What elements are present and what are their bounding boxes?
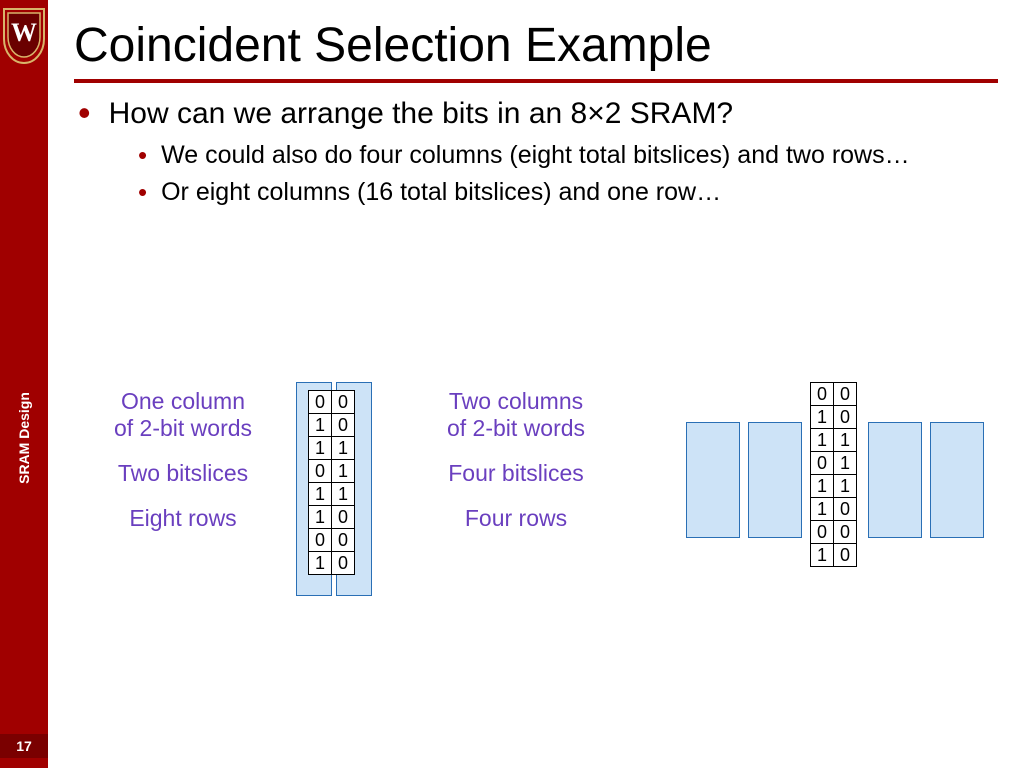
- bit-cell: 0: [811, 521, 834, 544]
- bullet-dot-icon: •: [138, 182, 147, 202]
- svg-text:W: W: [11, 18, 37, 47]
- label-line: Eight rows: [88, 505, 278, 532]
- bit-cell: 1: [309, 552, 332, 575]
- bit-cell: 1: [309, 483, 332, 506]
- bit-cell: 0: [811, 452, 834, 475]
- diagram-label-right: Two columns of 2-bit words Four bitslice…: [416, 388, 616, 532]
- bit-table: 0010110111100010: [308, 390, 355, 575]
- page-number: 17: [0, 734, 48, 758]
- bullet-text: We could also do four columns (eight tot…: [161, 141, 910, 170]
- bullet-dot-icon: •: [78, 101, 91, 125]
- table-row: 00: [811, 521, 857, 544]
- table-row: 01: [811, 452, 857, 475]
- bit-cell: 1: [332, 460, 355, 483]
- table-row: 10: [309, 552, 355, 575]
- bullet-list: • How can we arrange the bits in an 8×2 …: [78, 97, 1024, 207]
- table-row: 10: [811, 498, 857, 521]
- bit-cell: 1: [811, 429, 834, 452]
- label-line: Two bitslices: [88, 460, 278, 487]
- university-crest-icon: W: [0, 0, 48, 70]
- bitslice-bg: [748, 422, 802, 538]
- bullet-level2: • Or eight columns (16 total bitslices) …: [138, 178, 1024, 207]
- bit-cell: 0: [332, 506, 355, 529]
- bit-cell: 0: [332, 391, 355, 414]
- bit-cell: 1: [332, 437, 355, 460]
- table-row: 11: [811, 429, 857, 452]
- bit-cell: 1: [834, 429, 857, 452]
- bit-cell: 1: [309, 437, 332, 460]
- table-row: 00: [811, 383, 857, 406]
- diagram-label-left: One column of 2-bit words Two bitslices …: [88, 388, 278, 532]
- bit-cell: 1: [332, 483, 355, 506]
- bit-cell: 0: [834, 521, 857, 544]
- bit-cell: 1: [309, 506, 332, 529]
- bit-cell: 0: [834, 498, 857, 521]
- label-line: of 2-bit words: [416, 415, 616, 442]
- slide-title: Coincident Selection Example: [74, 18, 1024, 73]
- bitslice-bg: [686, 422, 740, 538]
- bit-cell: 0: [309, 391, 332, 414]
- bit-cell: 0: [834, 406, 857, 429]
- table-row: 10: [811, 406, 857, 429]
- table-row: 00: [309, 391, 355, 414]
- bit-diagram-left: 0010110111100010: [296, 382, 376, 602]
- bit-cell: 1: [309, 414, 332, 437]
- bullet-text: Or eight columns (16 total bitslices) an…: [161, 178, 721, 207]
- bit-cell: 0: [811, 383, 834, 406]
- table-row: 00: [309, 529, 355, 552]
- bit-cell: 0: [309, 460, 332, 483]
- bullet-text: How can we arrange the bits in an 8×2 SR…: [109, 97, 734, 131]
- bullet-dot-icon: •: [138, 145, 147, 165]
- bullet-level2: • We could also do four columns (eight t…: [138, 141, 1024, 170]
- bit-table: 0010110111100010: [810, 382, 857, 567]
- bit-diagram-right: 0010110111100010: [666, 382, 966, 602]
- label-line: Four rows: [416, 505, 616, 532]
- bit-cell: 0: [834, 544, 857, 567]
- bitslice-bg: [930, 422, 984, 538]
- table-row: 11: [309, 437, 355, 460]
- sidebar-section-label: SRAM Design: [16, 392, 32, 484]
- bit-cell: 1: [811, 406, 834, 429]
- bit-cell: 0: [332, 414, 355, 437]
- bit-cell: 1: [811, 475, 834, 498]
- table-row: 10: [811, 544, 857, 567]
- bit-cell: 0: [309, 529, 332, 552]
- table-row: 11: [811, 475, 857, 498]
- label-line: Four bitslices: [416, 460, 616, 487]
- table-row: 10: [309, 506, 355, 529]
- bitslice-bg: [868, 422, 922, 538]
- table-row: 10: [309, 414, 355, 437]
- table-row: 11: [309, 483, 355, 506]
- bit-cell: 0: [332, 529, 355, 552]
- slide-content: Coincident Selection Example • How can w…: [48, 0, 1024, 768]
- sub-bullet-list: • We could also do four columns (eight t…: [138, 141, 1024, 207]
- bit-cell: 1: [834, 452, 857, 475]
- bit-cell: 1: [834, 475, 857, 498]
- title-rule: [74, 79, 998, 83]
- table-row: 01: [309, 460, 355, 483]
- label-line: of 2-bit words: [88, 415, 278, 442]
- label-line: One column: [88, 388, 278, 415]
- bit-cell: 0: [332, 552, 355, 575]
- bit-cell: 1: [811, 544, 834, 567]
- bit-cell: 0: [834, 383, 857, 406]
- sidebar: W SRAM Design 17: [0, 0, 48, 768]
- bit-cell: 1: [811, 498, 834, 521]
- bullet-level1: • How can we arrange the bits in an 8×2 …: [78, 97, 1024, 131]
- label-line: Two columns: [416, 388, 616, 415]
